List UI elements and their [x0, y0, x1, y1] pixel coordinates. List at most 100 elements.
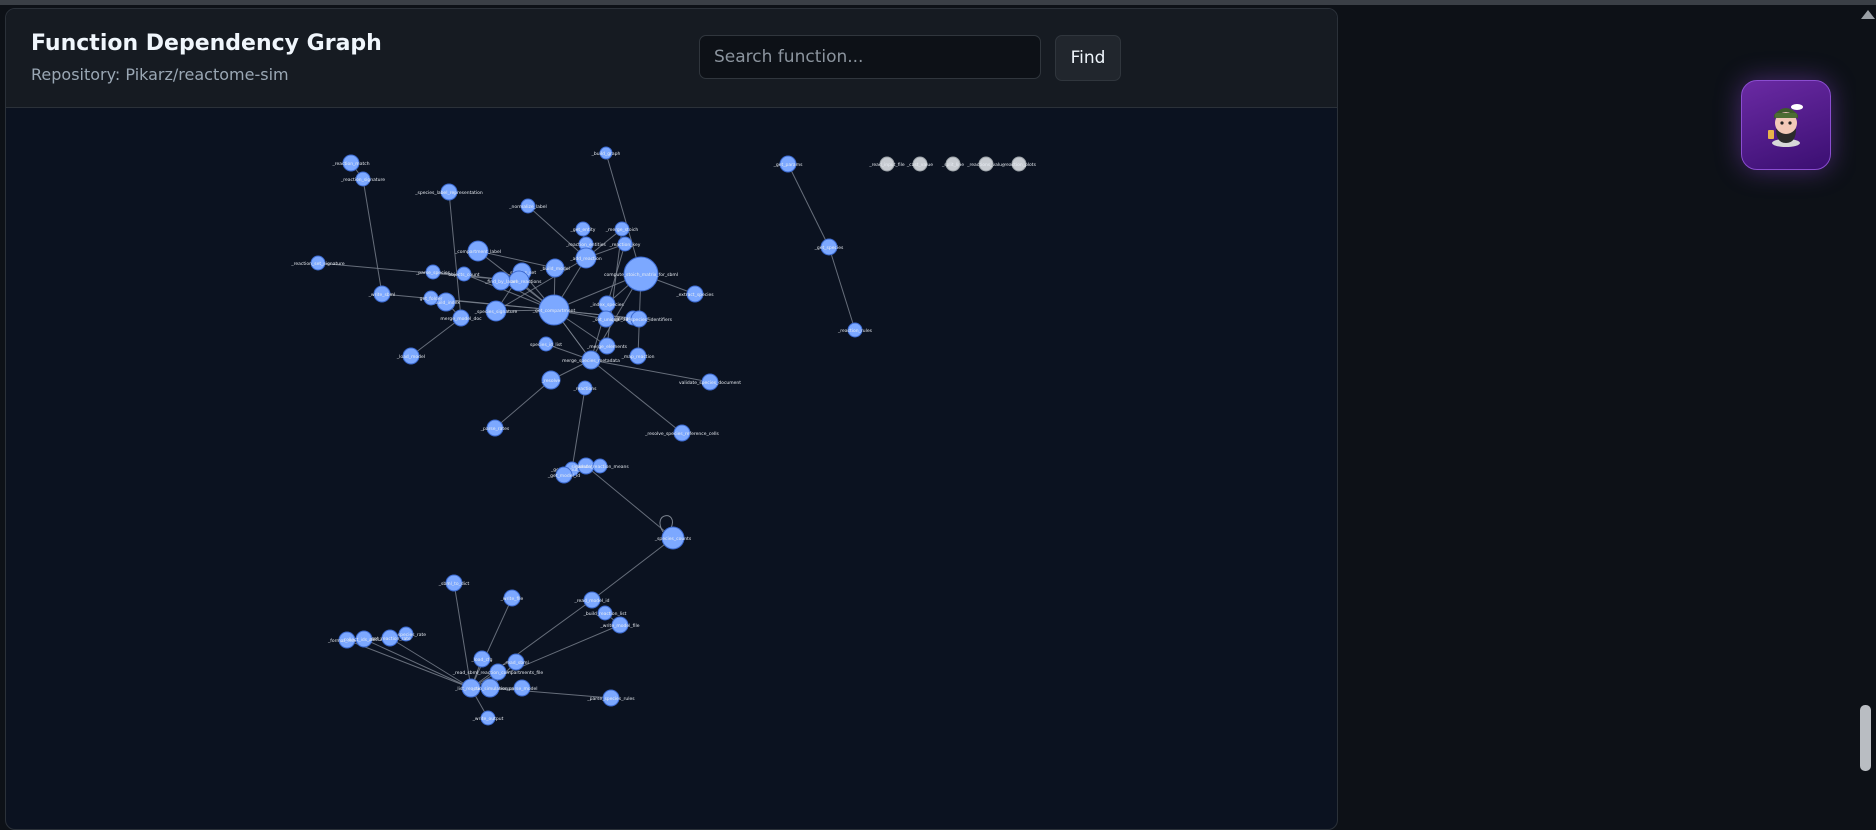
- node-label: _write_file: [500, 596, 524, 602]
- node-label: objects_count: [448, 272, 479, 278]
- graph-node--reaction-key[interactable]: _reaction_key: [609, 236, 641, 252]
- graph-node--write-output[interactable]: _write_output: [472, 710, 504, 726]
- graph-node--parse-rates[interactable]: _parse_rates: [480, 419, 510, 437]
- graph-node--build-graph[interactable]: _build_graph: [591, 146, 621, 160]
- dependency-edge: [591, 537, 674, 601]
- graph-node--parse-species[interactable]: _parse_species: [415, 264, 451, 280]
- node-label: merge_model_doc: [440, 316, 482, 322]
- dependency-edge: [410, 317, 462, 357]
- graph-node--resolve-species-reference-cells[interactable]: _resolve_species_reference_cells: [644, 424, 719, 442]
- graph-node--get-species[interactable]: _get_species: [814, 238, 844, 256]
- node-label: _read_model_id: [573, 598, 609, 604]
- node-label: _get_model_id: [547, 473, 580, 479]
- graph-node--build-model[interactable]: _build_model: [539, 258, 570, 278]
- dependency-edge: [585, 465, 674, 539]
- graph-node--species-label-representation[interactable]: _species_label_representation: [414, 183, 483, 201]
- graph-node--reaction-signature[interactable]: _reaction_signature: [340, 171, 385, 187]
- node-label: _parse_rates: [480, 426, 510, 432]
- graph-node--read-sbml[interactable]: _read_sbml: [502, 653, 529, 671]
- graph-node--cast-value[interactable]: _cast_value: [906, 156, 933, 172]
- node-label: _write_output: [472, 716, 504, 722]
- node-label: _species_counts: [654, 536, 692, 542]
- graph-node--reaction-plots[interactable]: _reaction_plots: [1001, 156, 1037, 172]
- graph-node-species-id-list[interactable]: species_id_list: [530, 336, 562, 352]
- graph-node--index-species[interactable]: _index_species: [589, 295, 624, 313]
- graph-node-validate-species-document[interactable]: validate_species_document: [679, 373, 741, 391]
- node-label: _load_model: [396, 354, 425, 360]
- node-label: _species_label_representation: [414, 190, 483, 196]
- graph-node--load-model[interactable]: _load_model: [396, 347, 425, 365]
- scrollbar-thumb[interactable]: [1860, 705, 1871, 771]
- graph-node--normalize-label[interactable]: _normalize_label: [508, 198, 547, 214]
- node-label: _reaction_set_signature: [290, 261, 344, 267]
- node-label: _read_input_file: [868, 162, 905, 168]
- page-scrollbar[interactable]: [1856, 6, 1876, 812]
- node-label: _merge_elements: [586, 344, 628, 350]
- graph-node--write-file[interactable]: _write_file: [500, 589, 524, 607]
- dependency-edge: [787, 163, 830, 248]
- node-label: _extract_species: [675, 292, 714, 298]
- dependency-edge: [605, 152, 642, 275]
- graph-node--parse-species-rules[interactable]: _parse_species_rules: [586, 689, 635, 707]
- graph-node--parse-model[interactable]: _parse_model: [505, 679, 538, 697]
- graph-node--merge-stoich[interactable]: _merge_stoich: [605, 221, 639, 237]
- dependency-edge: [363, 638, 472, 689]
- graph-node--get-entity[interactable]: _get_entity: [570, 221, 596, 237]
- graph-node--split-line[interactable]: _split_line: [941, 156, 964, 172]
- dependency-edge: [389, 637, 472, 689]
- node-label: _reactions_value: [966, 162, 1005, 168]
- graph-node--reactions-value[interactable]: _reactions_value: [966, 156, 1005, 172]
- node-label: _split_line: [941, 162, 964, 168]
- node-label: _sbml_to_dict: [438, 581, 470, 587]
- node-label: _read_sbml_reaction_compartments_file: [452, 670, 544, 676]
- graph-node--compartment-label[interactable]: _compartment_label: [454, 240, 501, 262]
- node-label: compute_stoich_matrix_for_sbml: [604, 272, 678, 278]
- graph-panel: Function Dependency Graph Repository: Pi…: [5, 8, 1338, 830]
- node-label: _map_reaction: [621, 354, 655, 360]
- graph-node--set-unique[interactable]: _set_unique: [592, 310, 620, 328]
- repository-subtitle: Repository: Pikarz/reactome-sim: [31, 65, 289, 84]
- graph-node--reaction-rules[interactable]: _reaction_rules: [837, 322, 873, 338]
- browser-top-edge: [0, 0, 1876, 5]
- dependency-graph-svg[interactable]: _reaction_match _reaction_signature _speci…: [6, 108, 1337, 828]
- dependency-edge: [571, 387, 586, 470]
- node-label: _run_simulation: [471, 686, 508, 692]
- user-avatar-button[interactable]: [1741, 80, 1831, 170]
- octocat-avatar-icon: [1768, 104, 1803, 147]
- node-layer: _reaction_match _reaction_signature _speci…: [290, 146, 1037, 726]
- graph-node--get-params[interactable]: _get_params: [773, 155, 803, 173]
- node-label: _add_reaction: [569, 256, 601, 262]
- node-label: _compartment_label: [454, 249, 501, 255]
- node-label: _resolve_species_reference_cells: [644, 431, 719, 437]
- node-label: _normalize_label: [508, 204, 547, 210]
- graph-node-merge-species-metadata[interactable]: merge_species_metadata: [562, 350, 620, 370]
- node-label: _get_species: [814, 245, 844, 251]
- dependency-edge: [362, 178, 383, 295]
- node-label: _get_compartment: [532, 308, 576, 314]
- dependency-edge: [590, 359, 683, 434]
- node-label: _reaction_plots: [1001, 162, 1036, 168]
- dependency-edge: [494, 379, 552, 429]
- graph-node--reaction-set-signature[interactable]: _reaction_set_signature: [290, 255, 345, 271]
- node-label: species_id_list: [530, 342, 562, 348]
- graph-node--reaction-match[interactable]: _reaction_match: [331, 154, 370, 172]
- node-label: _build_reaction_list: [583, 611, 627, 617]
- graph-node--read-sbml-reaction-compartments-file[interactable]: _read_sbml_reaction_compartments_file: [452, 663, 544, 681]
- graph-node--load-cfg[interactable]: _load_cfg: [470, 650, 493, 668]
- graph-node--reactions[interactable]: _reactions: [573, 380, 598, 396]
- find-button[interactable]: Find: [1055, 35, 1121, 81]
- graph-node--map-reaction[interactable]: _map_reaction: [621, 347, 655, 365]
- node-label: _index_species: [589, 302, 624, 308]
- graph-node--sbml-to-dict[interactable]: _sbml_to_dict: [438, 574, 470, 592]
- graph-node--write-sbml[interactable]: _write_sbml: [368, 285, 396, 303]
- dependency-graph-canvas[interactable]: _reaction_match _reaction_signature _speci…: [6, 108, 1337, 828]
- node-label: _load_cfg: [470, 657, 492, 663]
- search-input[interactable]: [699, 35, 1041, 79]
- dependency-edge: [828, 246, 856, 331]
- graph-node--species-counts[interactable]: _species_counts: [654, 526, 692, 550]
- node-label: _reaction_key: [609, 242, 641, 248]
- graph-node--read-input-file[interactable]: _read_input_file: [868, 156, 905, 172]
- node-label: _reactions: [573, 386, 598, 392]
- scroll-up-arrow-icon[interactable]: [1861, 10, 1875, 19]
- node-label: validate_species_document: [679, 380, 741, 386]
